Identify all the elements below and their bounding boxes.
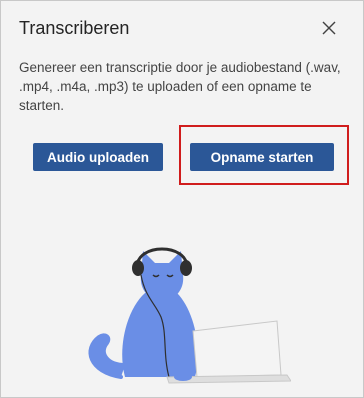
- cat-headphones-laptop-illustration: [88, 247, 291, 384]
- panel-header: Transcriberen: [19, 16, 349, 42]
- close-button[interactable]: [319, 18, 339, 38]
- panel-description: Genereer een transcriptie door je audiob…: [19, 60, 341, 113]
- upload-audio-button[interactable]: Audio uploaden: [33, 143, 163, 171]
- close-icon: [322, 21, 336, 35]
- transcribe-panel: Transcriberen Genereer een transcriptie …: [0, 0, 364, 398]
- panel-title: Transcriberen: [19, 18, 130, 38]
- highlight-box: [179, 125, 349, 185]
